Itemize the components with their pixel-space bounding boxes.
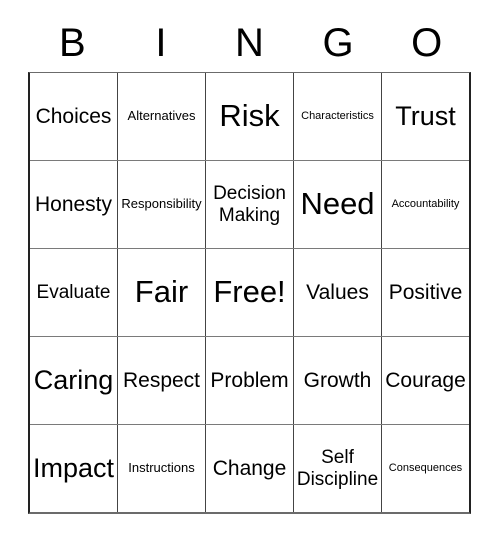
bingo-row: Evaluate Fair Free! Values Positive [30, 249, 469, 337]
bingo-cell-label: Problem [210, 368, 289, 392]
bingo-cell[interactable]: Instructions [118, 425, 206, 512]
bingo-cell-label: Impact [32, 453, 115, 484]
bingo-header-letter: I [155, 21, 167, 65]
bingo-cell[interactable]: Values [294, 249, 382, 336]
bingo-row: Choices Alternatives Risk Characteristics Tr… [30, 73, 469, 161]
bingo-cell[interactable]: Impact [30, 425, 118, 512]
bingo-row: Impact Instructions Change Self Discipline C… [30, 425, 469, 512]
bingo-cell-label: Values [306, 280, 369, 304]
bingo-row: Caring Respect Problem Growth Courage [30, 337, 469, 425]
bingo-cell[interactable]: Problem [206, 337, 294, 424]
bingo-cell-label: Change [212, 456, 287, 480]
bingo-cell-label: Accountability [391, 198, 460, 211]
bingo-cell[interactable]: Need [294, 161, 382, 248]
bingo-card: B I N G O Choices Alternatives Risk Characteris… [0, 0, 500, 544]
bingo-cell[interactable]: Consequences [382, 425, 469, 512]
bingo-cell-label: Consequences [388, 462, 463, 475]
bingo-cell-label: Growth [303, 368, 372, 392]
bingo-cell-label: Courage [385, 368, 466, 392]
bingo-cell-label: Characteristics [301, 110, 374, 123]
bingo-header-letter: G [322, 21, 354, 65]
bingo-cell[interactable]: Trust [382, 73, 469, 160]
bingo-cell[interactable]: Evaluate [30, 249, 118, 336]
bingo-cell[interactable]: Free! [206, 249, 294, 336]
bingo-cell-label: Positive [388, 280, 463, 304]
bingo-cell-label: Need [300, 186, 375, 222]
bingo-cell-label: Self Discipline [296, 447, 379, 490]
bingo-cell[interactable]: Decision Making [206, 161, 294, 248]
bingo-cell[interactable]: Responsibility [118, 161, 206, 248]
bingo-row: Honesty Responsibility Decision Making Need… [30, 161, 469, 249]
bingo-cell[interactable]: Choices [30, 73, 118, 160]
bingo-cell[interactable]: Self Discipline [294, 425, 382, 512]
bingo-cell[interactable]: Courage [382, 337, 469, 424]
bingo-cell-label: Fair [134, 274, 189, 310]
bingo-cell-label: Alternatives [127, 108, 196, 124]
bingo-cell[interactable]: Honesty [30, 161, 118, 248]
bingo-cell[interactable]: Fair [118, 249, 206, 336]
bingo-cell-label: Risk [219, 98, 280, 134]
bingo-cell-label: Evaluate [36, 281, 111, 303]
bingo-cell[interactable]: Respect [118, 337, 206, 424]
bingo-cell-label: Caring [33, 365, 114, 396]
bingo-header-row: BINGO [28, 14, 471, 72]
bingo-cell[interactable]: Characteristics [294, 73, 382, 160]
bingo-cell[interactable]: Caring [30, 337, 118, 424]
bingo-header-letter: B [58, 21, 86, 65]
bingo-cell-label: Responsibility [121, 196, 202, 212]
bingo-cell[interactable]: Risk [206, 73, 294, 160]
bingo-cell-label: Choices [35, 104, 112, 128]
bingo-cell-label: Decision Making [213, 183, 286, 226]
bingo-header-letter: N [235, 21, 264, 65]
bingo-header-letter: O [411, 21, 443, 65]
bingo-cell[interactable]: Change [206, 425, 294, 512]
bingo-cell-label: Free! [213, 274, 286, 310]
bingo-cell-label: Honesty [34, 192, 113, 216]
bingo-grid: Choices Alternatives Risk Characteristics Tr… [28, 72, 471, 514]
bingo-cell[interactable]: Alternatives [118, 73, 206, 160]
bingo-cell[interactable]: Positive [382, 249, 469, 336]
bingo-cell-label: Respect [122, 368, 201, 392]
bingo-cell-label: Trust [395, 101, 456, 132]
bingo-cell-label: Instructions [128, 460, 195, 476]
bingo-cell[interactable]: Growth [294, 337, 382, 424]
bingo-cell[interactable]: Accountability [382, 161, 469, 248]
